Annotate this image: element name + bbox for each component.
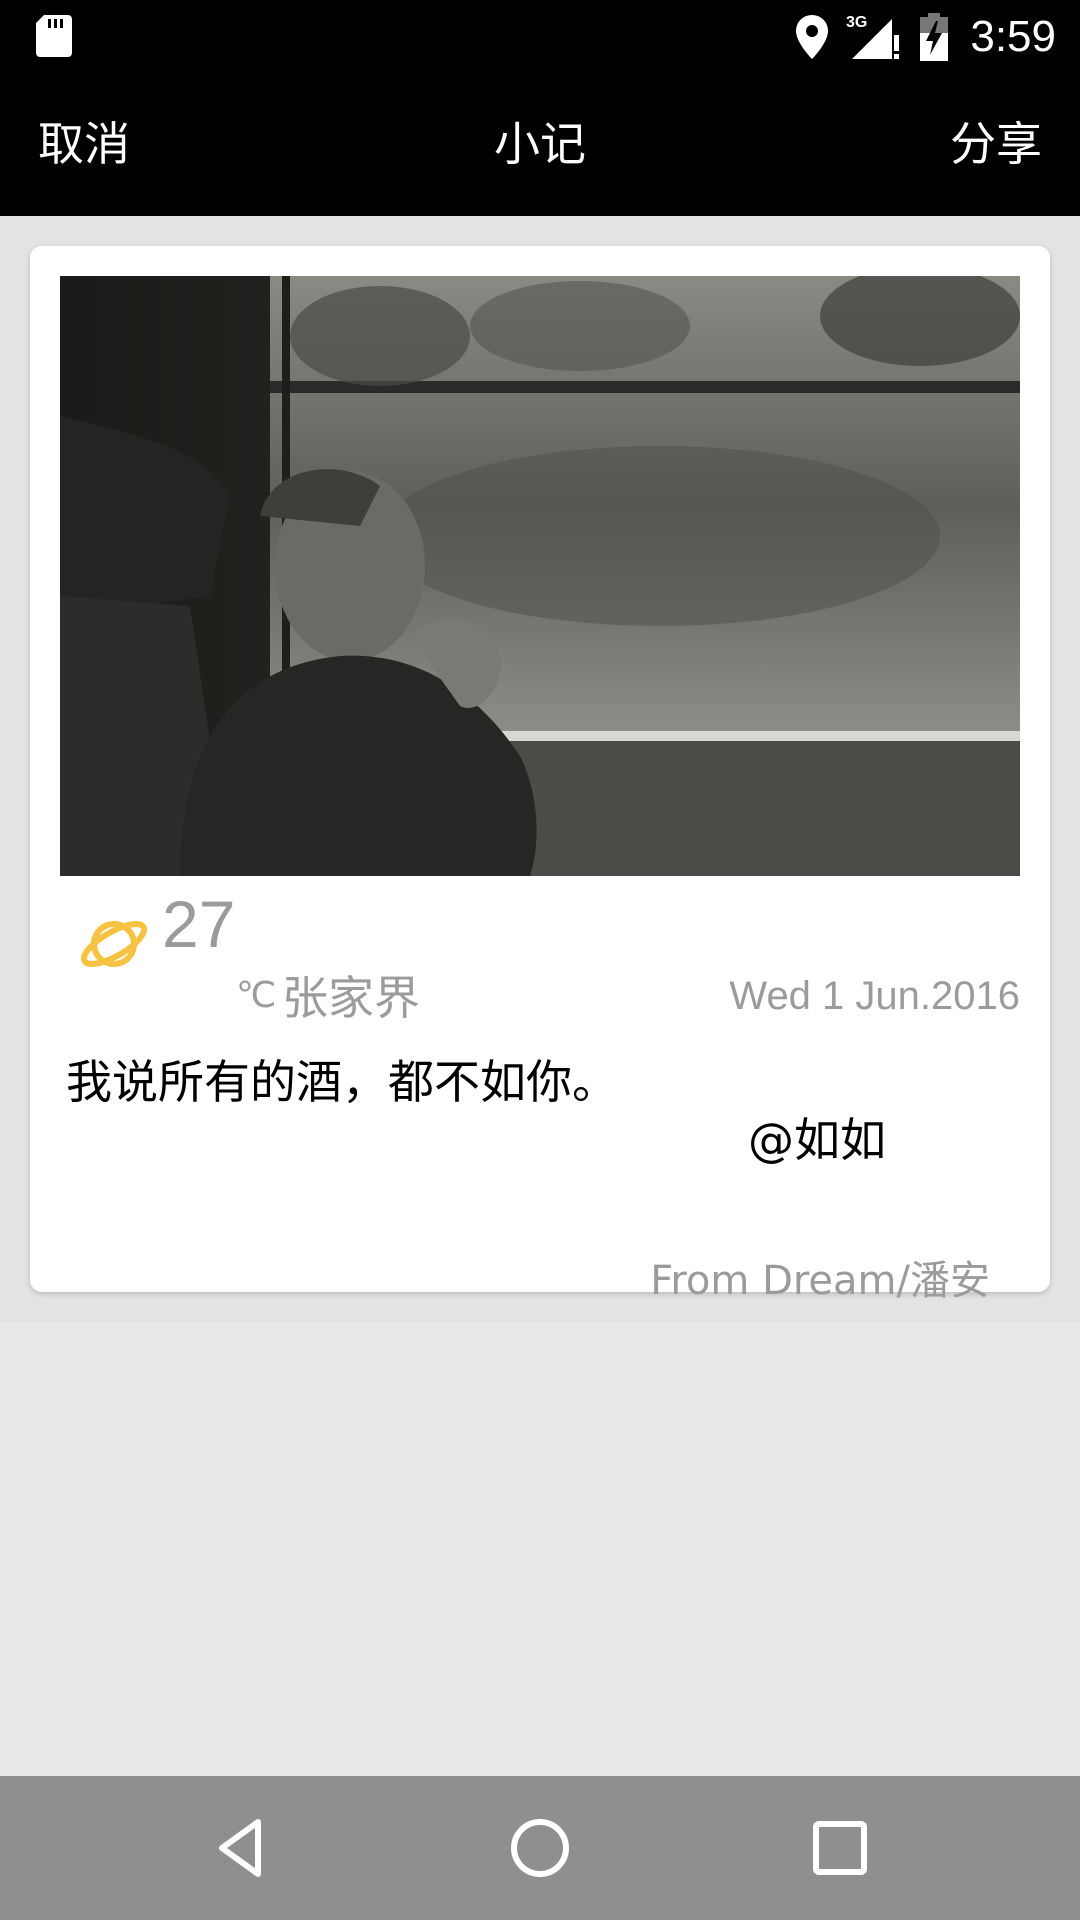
navigation-bar [0, 1776, 1080, 1920]
sd-card-icon [36, 15, 72, 57]
back-icon[interactable] [210, 1816, 274, 1880]
photo-image [60, 276, 1020, 876]
planet-weather-icon [80, 921, 148, 967]
note-message: 我说所有的酒，都不如你。 [66, 1055, 618, 1109]
status-bar: 3G 3:59 [0, 0, 1080, 73]
recents-icon[interactable] [808, 1816, 872, 1880]
location-icon [796, 14, 829, 59]
battery-icon [920, 12, 949, 61]
home-icon[interactable] [508, 1816, 572, 1880]
location-city: 张家界 [282, 971, 420, 1025]
note-mention: @如如 [748, 1113, 886, 1167]
page-title: 小记 [494, 117, 586, 171]
share-button[interactable]: 分享 [950, 73, 1042, 216]
note-source: From Dream/潘安 [650, 1258, 990, 1304]
temperature-unit: ℃ [236, 974, 277, 1015]
status-clock: 3:59 [970, 11, 1056, 61]
cancel-button[interactable]: 取消 [38, 73, 130, 216]
note-date: Wed 1 Jun.2016 [729, 974, 1020, 1018]
toolbar: 小记 取消 分享 [0, 73, 1080, 216]
content-area: 27 ℃ 张家界 Wed 1 Jun.2016 我说所有的酒，都不如你。 @如如… [0, 216, 1080, 1322]
note-photo[interactable] [60, 276, 1020, 876]
network-type-label: 3G [846, 14, 867, 31]
temperature-value: 27 [162, 887, 236, 961]
signal-icon: 3G [846, 14, 900, 59]
note-card: 27 ℃ 张家界 Wed 1 Jun.2016 我说所有的酒，都不如你。 @如如… [30, 246, 1050, 1304]
